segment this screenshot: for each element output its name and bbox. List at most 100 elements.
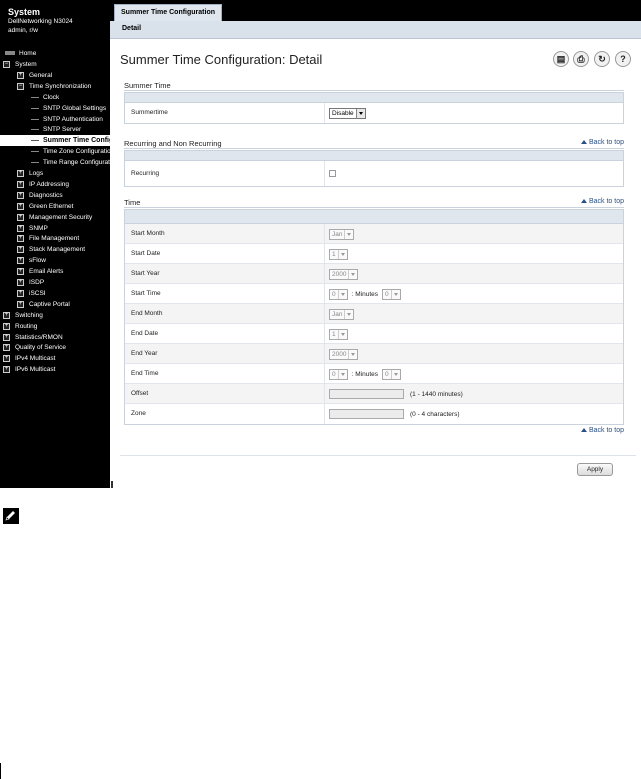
start-year-select[interactable]: 2000 <box>329 268 359 280</box>
sidebar-item-label: Email Alerts <box>29 268 64 275</box>
expand-icon[interactable]: + <box>3 343 10 351</box>
expand-icon[interactable]: + <box>3 365 10 373</box>
tab-summer-time-configuration[interactable]: Summer Time Configuration <box>114 4 222 21</box>
summertime-select[interactable]: Disable <box>329 107 366 119</box>
sidebar-item[interactable]: + Quality of Service <box>3 342 66 353</box>
start-month-value: Jan <box>332 230 343 238</box>
expand-icon[interactable]: + <box>3 333 10 341</box>
expand-icon[interactable]: + <box>3 354 10 362</box>
sidebar-item[interactable]: Summer Time Configuration <box>0 135 110 146</box>
expand-icon[interactable]: + <box>17 213 24 221</box>
sidebar-item[interactable]: SNTP Server <box>31 124 81 135</box>
sidebar-item[interactable]: + Captive Portal <box>17 299 70 310</box>
print-icon[interactable]: ⎙ <box>573 51 589 67</box>
sidebar-item[interactable]: + Green Ethernet <box>17 201 73 212</box>
sidebar-item[interactable]: + IP Addressing <box>17 179 69 190</box>
zone-input[interactable] <box>329 409 404 419</box>
sidebar-item[interactable]: + IPv4 Multicast <box>3 353 55 364</box>
collapse-icon[interactable]: − <box>3 60 10 68</box>
back-to-top-link[interactable]: Back to top <box>580 139 624 146</box>
sidebar-item[interactable]: − System <box>3 59 37 70</box>
refresh-icon[interactable]: ↻ <box>594 51 610 67</box>
back-to-top-link[interactable]: Back to top <box>580 427 624 434</box>
sidebar-item[interactable]: − Time Synchronization <box>17 81 91 92</box>
back-to-top-link[interactable]: Back to top <box>580 198 624 205</box>
expand-icon[interactable]: + <box>17 256 24 264</box>
expand-icon[interactable]: + <box>17 180 24 188</box>
sidebar-item[interactable]: + General <box>17 70 52 81</box>
help-icon[interactable]: ? <box>615 51 631 67</box>
sidebar-item[interactable]: + ISDP <box>17 277 44 288</box>
sidebar-item-label: IP Addressing <box>29 181 69 188</box>
save-icon[interactable]: ▤ <box>553 51 569 67</box>
summer-time-table: Summertime Disable <box>124 92 624 124</box>
end-month-select[interactable]: Jan <box>329 308 355 320</box>
chevron-down-icon <box>337 369 347 379</box>
tab-detail[interactable]: Detail <box>122 25 141 32</box>
scrollbar[interactable] <box>111 481 113 488</box>
sidebar-item[interactable]: Time Zone Configuration <box>31 146 110 157</box>
sidebar-item[interactable]: + Email Alerts <box>17 266 63 277</box>
end-year-value: 2000 <box>332 350 347 358</box>
apply-button[interactable]: Apply <box>577 463 613 476</box>
end-minutes-select[interactable]: 0 <box>382 368 401 380</box>
offset-input[interactable] <box>329 389 404 399</box>
sidebar-item-label: IPv6 Multicast <box>15 366 56 373</box>
expand-icon[interactable]: + <box>17 289 24 297</box>
sidebar-item-label: Summer Time Configuration <box>43 137 110 144</box>
expand-icon[interactable]: + <box>17 224 24 232</box>
expand-icon[interactable]: + <box>17 300 24 308</box>
end-hour-select[interactable]: 0 <box>329 368 348 380</box>
sidebar-item[interactable]: + Routing <box>3 321 37 332</box>
sidebar-item-home[interactable]: Home <box>5 48 36 59</box>
start-hour-select[interactable]: 0 <box>329 288 348 300</box>
sidebar-item[interactable]: + Switching <box>3 310 43 321</box>
expand-icon[interactable]: + <box>17 202 24 210</box>
table-row: End Month Jan <box>125 304 623 324</box>
sidebar-item[interactable]: SNTP Global Settings <box>31 103 106 114</box>
sidebar-item-label: iSCSI <box>29 290 46 297</box>
sidebar-item-label: Clock <box>43 94 60 101</box>
start-hour-value: 0 <box>332 290 336 298</box>
end-minutes-label: : Minutes <box>351 370 378 378</box>
divider <box>124 207 624 208</box>
recurring-table: Recurring <box>124 150 624 187</box>
expand-icon[interactable]: + <box>3 311 10 319</box>
sidebar-item[interactable]: + sFlow <box>17 255 46 266</box>
sidebar-item[interactable]: Time Range Configuration <box>31 157 110 168</box>
summertime-label: Summertime <box>131 109 168 116</box>
expand-icon[interactable]: + <box>17 278 24 286</box>
sidebar-item[interactable]: + Diagnostics <box>17 190 63 201</box>
sidebar-item[interactable]: Clock <box>31 92 59 103</box>
sidebar-item[interactable]: + Stack Management <box>17 244 85 255</box>
collapse-icon[interactable]: − <box>17 82 24 90</box>
sidebar-item[interactable]: + IPv6 Multicast <box>3 364 55 375</box>
start-month-select[interactable]: Jan <box>329 228 355 240</box>
sidebar-item[interactable]: + Logs <box>17 168 43 179</box>
expand-icon[interactable]: + <box>17 245 24 253</box>
recurring-checkbox[interactable] <box>329 169 336 177</box>
sidebar-item[interactable]: + iSCSI <box>17 288 46 299</box>
recurring-label: Recurring <box>131 170 160 177</box>
expand-icon[interactable]: + <box>17 191 24 199</box>
expand-icon[interactable]: + <box>17 169 24 177</box>
end-date-select[interactable]: 1 <box>329 328 348 340</box>
home-icon <box>5 51 15 56</box>
expand-icon[interactable]: + <box>17 71 24 79</box>
sidebar-item[interactable]: + File Management <box>17 233 79 244</box>
start-date-select[interactable]: 1 <box>329 248 348 260</box>
time-table: Start Month Jan Start Date 1 Start Year … <box>124 209 624 425</box>
table-header <box>125 93 623 103</box>
screen: System DellNetworking N3024 admin, r/w H… <box>0 0 641 488</box>
chevron-down-icon <box>337 289 347 299</box>
start-date-label: Start Date <box>131 250 161 257</box>
sidebar-item-label: System <box>15 61 37 68</box>
end-year-select[interactable]: 2000 <box>329 348 359 360</box>
expand-icon[interactable]: + <box>3 322 10 330</box>
expand-icon[interactable]: + <box>17 234 24 242</box>
page-margin-mark <box>0 763 1 779</box>
start-minutes-select[interactable]: 0 <box>382 288 401 300</box>
end-time-label: End Time <box>131 370 159 377</box>
sidebar-item[interactable]: + Management Security <box>17 212 92 223</box>
expand-icon[interactable]: + <box>17 267 24 275</box>
